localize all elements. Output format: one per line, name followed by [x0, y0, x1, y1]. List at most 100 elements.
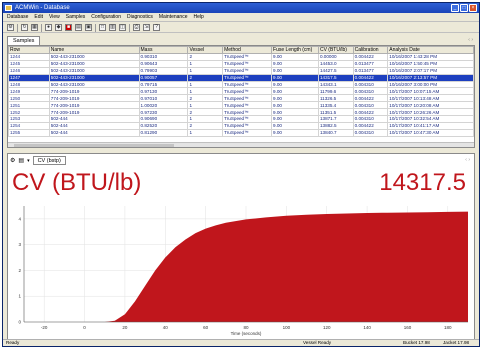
cell-method[interactable]: TruSpeed™	[222, 101, 273, 110]
cell-name[interactable]: 774-209-1019	[48, 108, 140, 117]
column-header-mass[interactable]: Mass	[138, 46, 189, 54]
cell-name[interactable]: 502-443-231000	[48, 66, 140, 75]
cell-mass[interactable]: 1.00020	[138, 101, 189, 110]
cell-fuse-length[interactable]: 9.00	[271, 121, 319, 130]
column-header-row[interactable]: Row	[8, 46, 50, 54]
cell-method[interactable]: TruSpeed™	[222, 115, 273, 123]
cell-method[interactable]: TruSpeed™	[222, 66, 273, 75]
cell-calibration[interactable]: 0.004422	[352, 94, 389, 103]
cell-cv[interactable]: 11326.5	[317, 94, 354, 103]
cell-fuse-length[interactable]: 9.00	[271, 66, 319, 75]
cell-analysis-date[interactable]: 10/17/2007 10:47:30 AM	[387, 128, 474, 137]
table-row[interactable]: 1253 502-444 0.90690 1 TruSpeed™ 9.00 13871.7 0…	[8, 115, 474, 123]
cell-analysis-date[interactable]: 10/16/2007 1:50:45 PM	[387, 59, 474, 68]
tab-cv-plot[interactable]: CV (bstp)	[32, 156, 66, 165]
cell-name[interactable]: 774-209-1019	[48, 94, 140, 103]
cell-calibration[interactable]: 0.004422	[352, 53, 389, 61]
cell-mass[interactable]: 0.79715	[138, 80, 189, 89]
cell-cv[interactable]: 13840.7	[317, 128, 354, 137]
cell-cv[interactable]: 13871.7	[317, 115, 354, 123]
cell-calibration[interactable]: 0.004310	[352, 101, 389, 110]
column-header-name[interactable]: Name	[48, 46, 140, 54]
cell-method[interactable]: TruSpeed™	[222, 87, 273, 96]
gear-icon[interactable]: ⚙	[7, 24, 14, 31]
menu-configuration[interactable]: Configuration	[91, 13, 121, 21]
menu-help[interactable]: Help	[193, 13, 203, 21]
cell-vessel[interactable]: 1	[187, 128, 224, 137]
table-row[interactable]: 1254 502-444 0.82520 2 TruSpeed™ 9.00 13882.5 0…	[8, 121, 474, 130]
cell-mass[interactable]: 0.97010	[138, 94, 189, 103]
cell-mass[interactable]: 0.79903	[138, 66, 189, 75]
cell-row[interactable]: 1249	[8, 87, 50, 96]
cell-method[interactable]: TruSpeed™	[222, 80, 273, 89]
cell-calibration[interactable]: 0.004422	[352, 108, 389, 117]
cell-vessel[interactable]: 1	[187, 101, 224, 110]
cell-calibration[interactable]: 0.004422	[352, 121, 389, 130]
cell-cv[interactable]: 11335.4	[317, 101, 354, 110]
cell-calibration[interactable]: 0.004310	[352, 87, 389, 96]
cell-mass[interactable]: 0.82520	[138, 121, 189, 130]
print-icon[interactable]: ⎙	[133, 24, 140, 31]
menu-edit[interactable]: Edit	[34, 13, 43, 21]
cell-vessel[interactable]: 2	[187, 94, 224, 103]
grid-icon[interactable]: ▦	[31, 24, 38, 31]
vessel-icon[interactable]: ◫	[119, 24, 126, 31]
menu-diagnostics[interactable]: Diagnostics	[127, 13, 153, 21]
ignite-icon[interactable]: ◆	[55, 24, 62, 31]
table-row[interactable]: 1248 502-443-231000 0.79715 1 TruSpeed™ 9.00 1…	[8, 80, 474, 89]
cell-method[interactable]: TruSpeed™	[222, 94, 273, 103]
cell-method[interactable]: TruSpeed™	[222, 73, 273, 82]
cell-cv[interactable]: 14427.5	[317, 66, 354, 75]
cell-vessel[interactable]: 2	[187, 73, 224, 82]
menu-view[interactable]: View	[49, 13, 60, 21]
cell-cv[interactable]: 11799.6	[317, 87, 354, 96]
cell-calibration[interactable]: 0.004310	[352, 80, 389, 89]
table-row[interactable]: 1245 502-443-231000 0.90643 1 TruSpeed™ 9.00 1…	[8, 59, 474, 68]
report-icon[interactable]: ▤	[75, 24, 82, 31]
menu-samples[interactable]: Samples	[66, 13, 85, 21]
cell-cv[interactable]: 14343.1	[317, 80, 354, 89]
cell-fuse-length[interactable]: 9.00	[271, 59, 319, 68]
cell-mass[interactable]: 0.81290	[138, 128, 189, 137]
cell-method[interactable]: TruSpeed™	[222, 128, 273, 137]
cell-analysis-date[interactable]: 10/17/2007 10:13:48 AM	[387, 94, 474, 103]
horizontal-scrollbar[interactable]	[8, 142, 474, 147]
cell-vessel[interactable]: 1	[187, 115, 224, 123]
help-icon[interactable]: ?	[153, 24, 160, 31]
cell-fuse-length[interactable]: 9.00	[271, 128, 319, 137]
cell-cv[interactable]: 0.00000	[317, 53, 354, 61]
calculator-icon[interactable]: ▣	[85, 24, 92, 31]
cell-analysis-date[interactable]: 10/17/2007 10:20:08 AM	[387, 101, 474, 110]
cell-mass[interactable]: 0.97230	[138, 108, 189, 117]
table-row[interactable]: 1247 502-443-231000 0.90057 2 TruSpeed™ 9.00 1…	[8, 73, 474, 82]
cell-method[interactable]: TruSpeed™	[222, 53, 273, 61]
cell-method[interactable]: TruSpeed™	[222, 108, 273, 117]
cell-cv[interactable]: 11351.5	[317, 108, 354, 117]
table-row[interactable]: 1250 774-209-1019 0.97010 2 TruSpeed™ 9.00 113…	[8, 94, 474, 103]
cell-row[interactable]: 1250	[8, 94, 50, 103]
cell-method[interactable]: TruSpeed™	[222, 59, 273, 68]
cell-vessel[interactable]: 1	[187, 80, 224, 89]
cell-name[interactable]: 502-444	[48, 115, 140, 123]
cell-row[interactable]: 1252	[8, 108, 50, 117]
export-icon[interactable]: ⇲	[143, 24, 150, 31]
copy-icon[interactable]: ▤	[18, 157, 24, 164]
menu-database[interactable]: Database	[7, 13, 28, 21]
cell-mass[interactable]: 0.90643	[138, 59, 189, 68]
cell-name[interactable]: 502-443-231000	[48, 53, 140, 61]
table-row[interactable]: 1246 502-443-231000 0.79903 1 TruSpeed™ 9.00 1…	[8, 66, 474, 75]
cell-fuse-length[interactable]: 9.00	[271, 73, 319, 82]
stop-icon[interactable]: ■	[65, 24, 72, 31]
cell-fuse-length[interactable]: 9.00	[271, 53, 319, 61]
column-header-method[interactable]: Method	[222, 46, 273, 54]
cell-name[interactable]: 502-443-231000	[48, 59, 140, 68]
cell-fuse-length[interactable]: 9.00	[271, 101, 319, 110]
table-row[interactable]: 1249 774-209-1019 0.97130 1 TruSpeed™ 9.00 117…	[8, 87, 474, 96]
cell-analysis-date[interactable]: 10/17/2007 10:32:54 AM	[387, 115, 474, 123]
cell-row[interactable]: 1245	[8, 59, 50, 68]
cell-calibration[interactable]: 0.004422	[352, 73, 389, 82]
cell-cv[interactable]: 14317.5	[317, 73, 354, 82]
cell-mass[interactable]: 0.90690	[138, 115, 189, 123]
chevron-down-icon[interactable]: ▾	[27, 158, 30, 164]
cell-fuse-length[interactable]: 9.00	[271, 115, 319, 123]
